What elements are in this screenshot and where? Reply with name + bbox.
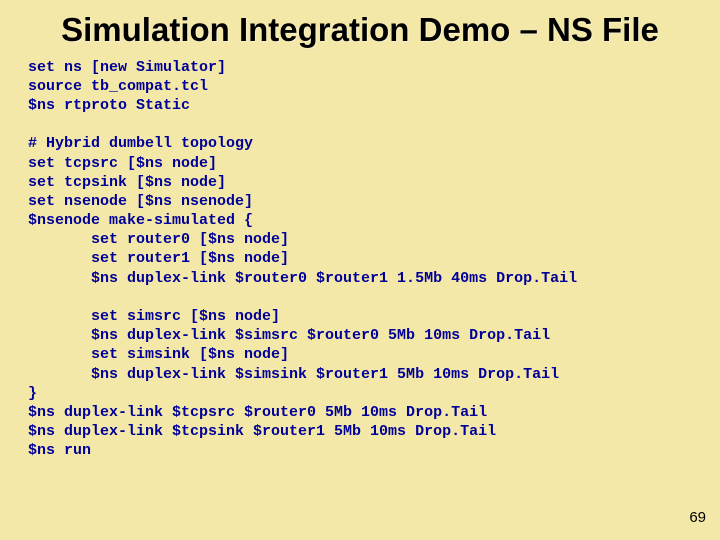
code-block: set ns [new Simulator] source tb_compat.… [0,56,720,461]
page-number: 69 [689,509,706,526]
slide-title: Simulation Integration Demo – NS File [0,0,720,56]
